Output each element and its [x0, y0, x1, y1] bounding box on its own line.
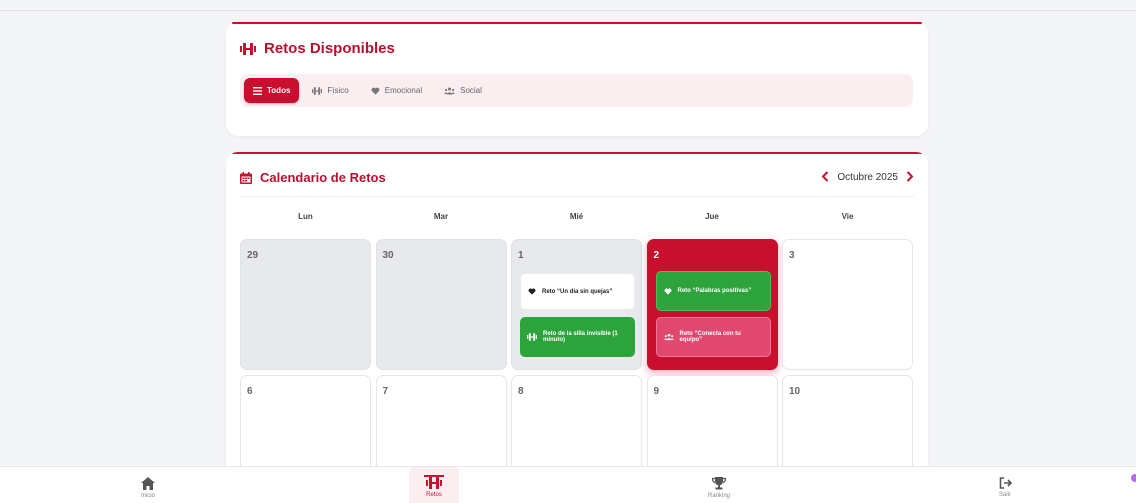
nav-inicio[interactable]: Inicio — [123, 467, 173, 503]
assistant-orb[interactable] — [1131, 474, 1136, 482]
retos-title-text: Retos Disponibles — [264, 40, 395, 57]
day-number: 1 — [518, 250, 524, 261]
day-number: 29 — [247, 250, 259, 261]
calendar-day-cell[interactable]: 1 Reto “Un día sin quejas” Reto de la si… — [511, 239, 642, 370]
dumbbell-icon — [312, 86, 323, 95]
prev-month-button[interactable] — [821, 170, 829, 184]
nav-ranking-label: Ranking — [707, 493, 730, 499]
dumbbell-icon — [527, 333, 537, 341]
calendar-card: Calendario de Retos Octubre 2025 Lun Mar… — [226, 152, 928, 482]
calendar-title: Calendario de Retos — [240, 170, 386, 185]
chevron-right-icon — [906, 171, 914, 182]
weekday-label: Vie — [841, 212, 854, 221]
day-number: 8 — [518, 386, 524, 397]
users-icon — [444, 87, 456, 95]
calendar-icon — [240, 171, 252, 184]
event-label: Reto “Palabras positivas” — [677, 288, 752, 294]
top-divider — [0, 10, 1136, 11]
list-icon — [253, 86, 262, 95]
calendar-day-cell[interactable]: 30 — [375, 239, 507, 370]
day-number: 2 — [653, 250, 660, 261]
nav-ranking[interactable]: Ranking — [694, 467, 744, 503]
nav-inicio-label: Inicio — [140, 493, 155, 499]
calendar-divider — [240, 196, 914, 197]
event-chip[interactable]: Reto de la silla invisible (1 minuto) — [520, 317, 635, 357]
nav-salir[interactable]: Salir — [980, 467, 1030, 503]
event-chip[interactable]: Reto “Un día sin quejas” — [520, 273, 635, 310]
nav-retos-label: Retos — [426, 492, 442, 498]
calendar-day-cell[interactable]: 3 — [782, 239, 913, 370]
event-label: Reto de la silla invisible (1 minuto) — [543, 331, 618, 343]
trophy-icon — [712, 477, 726, 490]
weekday-label: Jue — [705, 212, 719, 221]
filter-emocional[interactable]: Emocional — [362, 78, 431, 103]
calendar-day-cell-today[interactable]: 2 Reto “Palabras positivas” Reto “Conect… — [646, 239, 778, 370]
retos-card: Retos Disponibles Todos Físico Emocional… — [226, 22, 928, 136]
logout-icon — [999, 477, 1012, 489]
users-icon — [663, 333, 674, 341]
calendar-day-cell[interactable]: 29 — [240, 239, 371, 370]
nav-retos[interactable]: Retos — [409, 467, 459, 503]
day-number: 6 — [247, 386, 253, 397]
heart-icon — [371, 87, 380, 95]
filter-todos-label: Todos — [267, 86, 291, 95]
day-number: 7 — [382, 386, 389, 397]
home-icon — [141, 477, 155, 490]
nav-salir-label: Salir — [998, 492, 1011, 498]
heart-icon — [528, 288, 536, 295]
bottom-nav: Inicio Retos Ranking Salir — [0, 466, 1136, 503]
heart-icon — [664, 288, 672, 295]
day-number: 10 — [789, 386, 801, 397]
calendar-title-text: Calendario de Retos — [260, 170, 386, 185]
dumbbell-icon — [426, 477, 442, 489]
filter-bar: Todos Físico Emocional Social — [240, 74, 913, 107]
next-month-button[interactable] — [906, 170, 914, 184]
event-label: Reto “Conecta con tu equipo” — [679, 331, 741, 343]
filter-fisico[interactable]: Físico — [303, 78, 357, 103]
filter-emocional-label: Emocional — [384, 86, 423, 95]
filter-todos[interactable]: Todos — [244, 78, 300, 103]
weekday-label: Lun — [298, 212, 313, 221]
chevron-left-icon — [821, 171, 829, 182]
event-chip[interactable]: Reto “Palabras positivas” — [655, 271, 771, 311]
filter-fisico-label: Físico — [327, 86, 349, 95]
event-label: Reto “Un día sin quejas” — [542, 288, 613, 295]
month-navigator: Octubre 2025 — [821, 170, 914, 184]
retos-title: Retos Disponibles — [240, 40, 395, 57]
dumbbell-icon — [240, 42, 256, 55]
weekday-label: Mié — [569, 212, 584, 221]
day-number: 30 — [382, 250, 394, 261]
filter-social[interactable]: Social — [435, 78, 491, 103]
weekday-header: Lun Mar Mié Jue Vie — [240, 212, 913, 221]
day-number: 3 — [789, 250, 795, 261]
day-number: 9 — [653, 386, 660, 397]
weekday-label: Mar — [433, 212, 449, 221]
calendar-grid: 29 30 1 Reto “Un día sin quejas” Reto de… — [240, 239, 913, 482]
filter-social-label: Social — [460, 86, 482, 95]
month-label: Octubre 2025 — [837, 171, 898, 183]
event-chip[interactable]: Reto “Conecta con tu equipo” — [655, 317, 771, 357]
